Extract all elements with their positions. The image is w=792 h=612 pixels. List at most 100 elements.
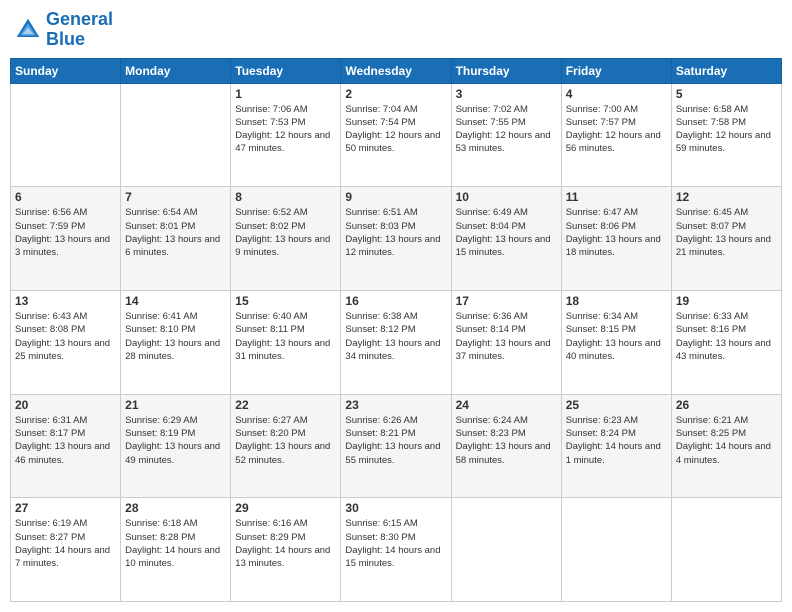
day-detail: Sunrise: 7:02 AMSunset: 7:55 PMDaylight:… — [456, 103, 557, 156]
day-detail: Sunrise: 6:58 AMSunset: 7:58 PMDaylight:… — [676, 103, 777, 156]
day-number: 3 — [456, 87, 557, 101]
calendar-cell: 20 Sunrise: 6:31 AMSunset: 8:17 PMDayligh… — [11, 394, 121, 498]
weekday-header: Tuesday — [231, 58, 341, 83]
day-detail: Sunrise: 6:47 AMSunset: 8:06 PMDaylight:… — [566, 206, 667, 259]
day-number: 22 — [235, 398, 336, 412]
day-detail: Sunrise: 6:49 AMSunset: 8:04 PMDaylight:… — [456, 206, 557, 259]
logo-text: General Blue — [46, 10, 113, 50]
day-number: 29 — [235, 501, 336, 515]
day-number: 21 — [125, 398, 226, 412]
calendar-cell: 18 Sunrise: 6:34 AMSunset: 8:15 PMDayligh… — [561, 290, 671, 394]
day-detail: Sunrise: 6:51 AMSunset: 8:03 PMDaylight:… — [345, 206, 446, 259]
calendar-cell: 10 Sunrise: 6:49 AMSunset: 8:04 PMDayligh… — [451, 187, 561, 291]
calendar-week-row: 27Sunrise: 6:19 AMSunset: 8:27 PMDayligh… — [11, 498, 782, 602]
day-number: 9 — [345, 190, 446, 204]
calendar-cell: 13Sunrise: 6:43 AMSunset: 8:08 PMDayligh… — [11, 290, 121, 394]
calendar-cell: 4 Sunrise: 7:00 AMSunset: 7:57 PMDaylight… — [561, 83, 671, 187]
day-number: 7 — [125, 190, 226, 204]
logo: General Blue — [14, 10, 113, 50]
day-number: 4 — [566, 87, 667, 101]
calendar-cell: 11 Sunrise: 6:47 AMSunset: 8:06 PMDayligh… — [561, 187, 671, 291]
day-number: 13 — [15, 294, 116, 308]
calendar-cell: 14 Sunrise: 6:41 AMSunset: 8:10 PMDayligh… — [121, 290, 231, 394]
logo-icon — [14, 16, 42, 44]
day-detail: Sunrise: 6:29 AMSunset: 8:19 PMDaylight:… — [125, 414, 226, 467]
calendar-table: SundayMondayTuesdayWednesdayThursdayFrid… — [10, 58, 782, 602]
weekday-header: Saturday — [671, 58, 781, 83]
day-detail: Sunrise: 6:24 AMSunset: 8:23 PMDaylight:… — [456, 414, 557, 467]
day-detail: Sunrise: 7:00 AMSunset: 7:57 PMDaylight:… — [566, 103, 667, 156]
day-detail: Sunrise: 6:21 AMSunset: 8:25 PMDaylight:… — [676, 414, 777, 467]
day-number: 30 — [345, 501, 446, 515]
day-detail: Sunrise: 6:52 AMSunset: 8:02 PMDaylight:… — [235, 206, 336, 259]
calendar-cell — [121, 83, 231, 187]
day-number: 28 — [125, 501, 226, 515]
calendar-cell: 21 Sunrise: 6:29 AMSunset: 8:19 PMDayligh… — [121, 394, 231, 498]
calendar-cell: 7 Sunrise: 6:54 AMSunset: 8:01 PMDaylight… — [121, 187, 231, 291]
day-detail: Sunrise: 6:36 AMSunset: 8:14 PMDaylight:… — [456, 310, 557, 363]
day-detail: Sunrise: 6:45 AMSunset: 8:07 PMDaylight:… — [676, 206, 777, 259]
calendar-cell: 22 Sunrise: 6:27 AMSunset: 8:20 PMDayligh… — [231, 394, 341, 498]
calendar-cell: 19 Sunrise: 6:33 AMSunset: 8:16 PMDayligh… — [671, 290, 781, 394]
day-number: 11 — [566, 190, 667, 204]
day-number: 18 — [566, 294, 667, 308]
day-detail: Sunrise: 6:54 AMSunset: 8:01 PMDaylight:… — [125, 206, 226, 259]
day-number: 25 — [566, 398, 667, 412]
calendar-cell — [671, 498, 781, 602]
day-detail: Sunrise: 7:04 AMSunset: 7:54 PMDaylight:… — [345, 103, 446, 156]
day-detail: Sunrise: 6:34 AMSunset: 8:15 PMDaylight:… — [566, 310, 667, 363]
day-number: 20 — [15, 398, 116, 412]
calendar-cell — [451, 498, 561, 602]
day-number: 6 — [15, 190, 116, 204]
day-detail: Sunrise: 6:33 AMSunset: 8:16 PMDaylight:… — [676, 310, 777, 363]
calendar-cell — [561, 498, 671, 602]
day-number: 27 — [15, 501, 116, 515]
day-number: 15 — [235, 294, 336, 308]
calendar-cell: 3 Sunrise: 7:02 AMSunset: 7:55 PMDaylight… — [451, 83, 561, 187]
day-detail: Sunrise: 7:06 AMSunset: 7:53 PMDaylight:… — [235, 103, 336, 156]
day-number: 8 — [235, 190, 336, 204]
calendar-cell: 27Sunrise: 6:19 AMSunset: 8:27 PMDayligh… — [11, 498, 121, 602]
calendar-cell: 26 Sunrise: 6:21 AMSunset: 8:25 PMDayligh… — [671, 394, 781, 498]
weekday-header: Thursday — [451, 58, 561, 83]
weekday-header-row: SundayMondayTuesdayWednesdayThursdayFrid… — [11, 58, 782, 83]
day-number: 1 — [235, 87, 336, 101]
day-detail: Sunrise: 6:38 AMSunset: 8:12 PMDaylight:… — [345, 310, 446, 363]
day-detail: Sunrise: 6:56 AMSunset: 7:59 PMDaylight:… — [15, 206, 116, 259]
calendar-cell: 25 Sunrise: 6:23 AMSunset: 8:24 PMDayligh… — [561, 394, 671, 498]
day-detail: Sunrise: 6:27 AMSunset: 8:20 PMDaylight:… — [235, 414, 336, 467]
calendar-cell: 23Sunrise: 6:26 AMSunset: 8:21 PMDayligh… — [341, 394, 451, 498]
day-number: 12 — [676, 190, 777, 204]
day-detail: Sunrise: 6:31 AMSunset: 8:17 PMDaylight:… — [15, 414, 116, 467]
calendar-page: General Blue SundayMondayTuesdayWednesda… — [0, 0, 792, 612]
day-number: 16 — [345, 294, 446, 308]
day-detail: Sunrise: 6:40 AMSunset: 8:11 PMDaylight:… — [235, 310, 336, 363]
day-number: 26 — [676, 398, 777, 412]
calendar-cell: 28 Sunrise: 6:18 AMSunset: 8:28 PMDayligh… — [121, 498, 231, 602]
weekday-header: Monday — [121, 58, 231, 83]
calendar-week-row: 20 Sunrise: 6:31 AMSunset: 8:17 PMDayligh… — [11, 394, 782, 498]
day-number: 19 — [676, 294, 777, 308]
calendar-cell: 16 Sunrise: 6:38 AMSunset: 8:12 PMDayligh… — [341, 290, 451, 394]
weekday-header: Friday — [561, 58, 671, 83]
calendar-week-row: 13Sunrise: 6:43 AMSunset: 8:08 PMDayligh… — [11, 290, 782, 394]
calendar-cell: 2 Sunrise: 7:04 AMSunset: 7:54 PMDaylight… — [341, 83, 451, 187]
calendar-cell: 15 Sunrise: 6:40 AMSunset: 8:11 PMDayligh… — [231, 290, 341, 394]
calendar-cell: 5 Sunrise: 6:58 AMSunset: 7:58 PMDaylight… — [671, 83, 781, 187]
day-number: 14 — [125, 294, 226, 308]
day-number: 10 — [456, 190, 557, 204]
day-detail: Sunrise: 6:41 AMSunset: 8:10 PMDaylight:… — [125, 310, 226, 363]
calendar-cell: 29Sunrise: 6:16 AMSunset: 8:29 PMDayligh… — [231, 498, 341, 602]
day-detail: Sunrise: 6:23 AMSunset: 8:24 PMDaylight:… — [566, 414, 667, 467]
calendar-cell: 12 Sunrise: 6:45 AMSunset: 8:07 PMDayligh… — [671, 187, 781, 291]
day-number: 2 — [345, 87, 446, 101]
weekday-header: Sunday — [11, 58, 121, 83]
calendar-cell: 8 Sunrise: 6:52 AMSunset: 8:02 PMDaylight… — [231, 187, 341, 291]
day-detail: Sunrise: 6:18 AMSunset: 8:28 PMDaylight:… — [125, 517, 226, 570]
page-header: General Blue — [10, 10, 782, 50]
calendar-cell: 1 Sunrise: 7:06 AMSunset: 7:53 PMDaylight… — [231, 83, 341, 187]
day-number: 5 — [676, 87, 777, 101]
day-number: 17 — [456, 294, 557, 308]
day-detail: Sunrise: 6:26 AMSunset: 8:21 PMDaylight:… — [345, 414, 446, 467]
calendar-cell: 24Sunrise: 6:24 AMSunset: 8:23 PMDayligh… — [451, 394, 561, 498]
